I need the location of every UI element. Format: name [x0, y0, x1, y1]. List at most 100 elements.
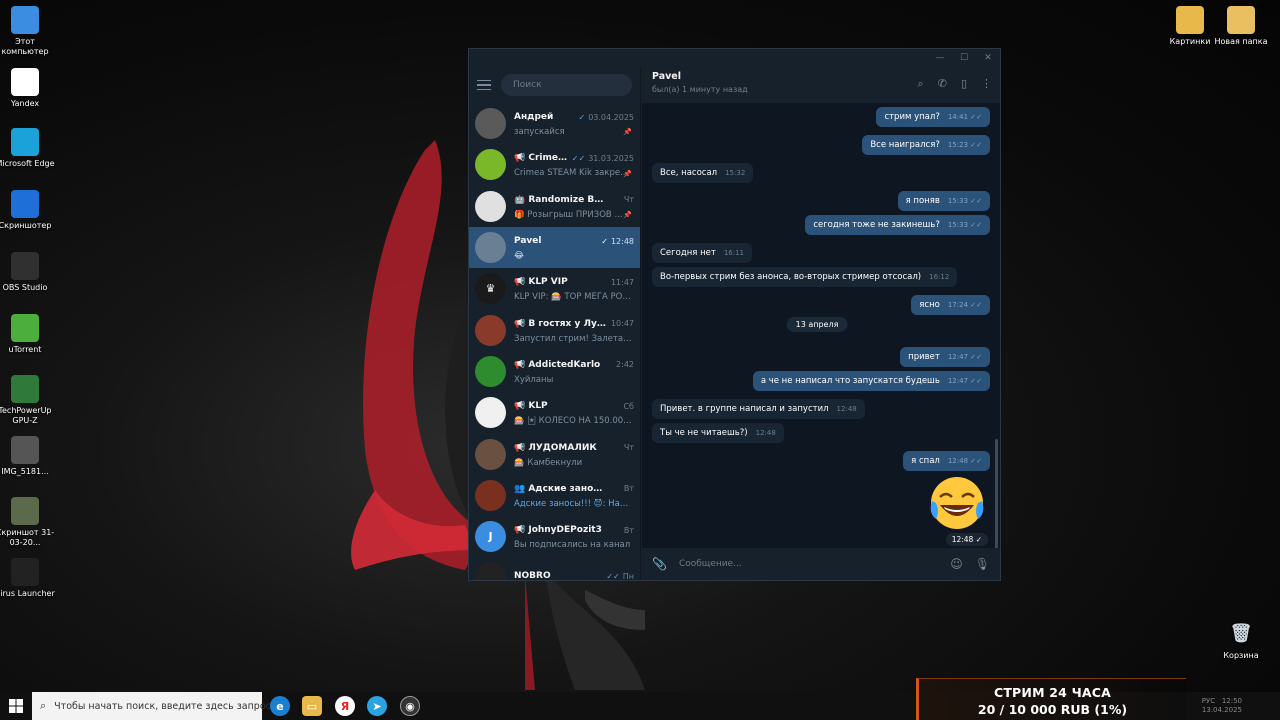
desktop-icon[interactable]: Yandex	[0, 68, 55, 109]
message-time: 12:48	[836, 405, 857, 413]
desktop-icon[interactable]: TechPowerUp GPU-Z	[0, 375, 55, 426]
sidebar-toggle-icon[interactable]: ▯	[961, 77, 967, 91]
chat-name: 📢 Crimea ST...	[514, 153, 572, 164]
chat-item[interactable]: 📢 ЛУДОМАЛИК Чт 🎰 Камбекнули	[469, 433, 640, 474]
chat-item[interactable]: 📢 Crimea ST...✓✓31.03.2025 Crimea STEAM K…	[469, 144, 640, 185]
telegram-window: — ☐ ✕ Поиск Андрей ✓ 03.04.2025 запускайся 📌…	[468, 48, 1001, 581]
windows-icon	[9, 699, 23, 713]
outgoing-message[interactable]: я спал 12:48 ✓✓	[903, 451, 990, 471]
desktop-icon[interactable]: Скриншотер	[0, 190, 55, 231]
outgoing-message[interactable]: а че не написал что запускатся будешь 12:…	[752, 371, 990, 391]
sticker-time: 12:48 ✓	[945, 533, 988, 546]
read-check-icon: ✓✓	[968, 221, 982, 229]
outgoing-message[interactable]: я поняв 15:33 ✓✓	[897, 191, 990, 211]
chat-list: Андрей✓03.04.2025запускайся📌📢 Crimea ST.…	[469, 103, 640, 580]
message-time: 16:12	[929, 273, 950, 281]
chat-item[interactable]: J 📢 JohnyDEPozit3 Вт Вы подписались на кана…	[469, 516, 640, 557]
menu-icon[interactable]	[477, 79, 491, 91]
search-input[interactable]: Поиск	[501, 74, 632, 96]
message-time: 15:32	[725, 169, 746, 177]
desktop-icon[interactable]: Microsoft Edge	[0, 128, 55, 169]
chat-item[interactable]: 🤖 Randomize Bot 🎲 [... Чт🎁 Розыгрыш ПРИЗО…	[469, 186, 640, 227]
edge-icon[interactable]: e	[270, 696, 290, 716]
outgoing-message[interactable]: привет 12:47 ✓✓	[900, 347, 990, 367]
message-time: 16:11	[723, 249, 745, 257]
message-time: 15:23 ✓✓	[947, 141, 982, 149]
overlay-title: СТРИМ 24 ЧАСА	[993, 685, 1112, 700]
chat-preview: Вы подписались на канал	[514, 540, 631, 551]
desktop-icon[interactable]: IMG_5181...	[0, 436, 55, 477]
phone-icon[interactable]: ✆	[938, 77, 947, 91]
chat-name: Андрей	[514, 112, 554, 123]
emoji-icon[interactable]: ☺	[950, 557, 963, 571]
incoming-message[interactable]: Сегодня нет 16:11	[652, 243, 753, 263]
microphone-icon[interactable]: 🎙	[975, 557, 990, 571]
desktop-icon[interactable]: Скриншот 31-03-20...	[0, 497, 55, 548]
stream-goal-overlay: СТРИМ 24 ЧАСА 20 / 10 000 RUB (1%)	[916, 678, 1186, 720]
outgoing-message[interactable]: сегодня тоже не закинешь? 15:33 ✓✓	[805, 215, 990, 235]
read-check-icon: ✓	[601, 236, 608, 246]
outgoing-message[interactable]: ясно 17:24 ✓✓	[911, 295, 990, 315]
message-input[interactable]	[678, 559, 939, 569]
message-time: 12:48 ✓✓	[947, 457, 982, 465]
messages-scrollbar[interactable]	[995, 439, 998, 549]
incoming-message[interactable]: Ты че не читаешь?) 12:48	[652, 423, 784, 443]
chat-header[interactable]: Pavel был(а) 1 минуту назад ⌕ ✆ ▯ ⋮	[642, 67, 1000, 103]
desktop-icon[interactable]: Sirus Launcher	[0, 558, 55, 599]
avatar	[475, 397, 506, 429]
chat-time: ✓ 03.04.2025	[578, 112, 634, 122]
conversation-pane: Pavel был(а) 1 минуту назад ⌕ ✆ ▯ ⋮ 13 а…	[642, 67, 1000, 580]
chat-item[interactable]: NOBRO ✓✓ Пн	[469, 557, 640, 580]
chat-preview: KLP VIP: 🎰 TOP МЕГА РОЗЫ...	[514, 292, 632, 303]
chat-item[interactable]: Андрей ✓ 03.04.2025 запускайся 📌	[469, 103, 640, 144]
date-separator: 13 апреля	[786, 317, 848, 332]
chat-item[interactable]: 👥 Адские заносы!!! 😈 Вт Адские заносы!!! 😈…	[469, 475, 640, 516]
minimize-button[interactable]: —	[932, 51, 948, 65]
chat-time: Сб	[623, 401, 634, 411]
chat-preview: Запустил стрим! Залетайте!	[514, 333, 632, 344]
desktop-icon[interactable]: uTorrent	[0, 314, 55, 355]
chat-item[interactable]: Pavel ✓ 12:48 😂	[469, 226, 640, 269]
start-button[interactable]	[0, 692, 32, 720]
desktop-folder[interactable]: Новая папка	[1211, 6, 1271, 47]
yandex-icon	[11, 68, 39, 96]
chat-item[interactable]: 📢 KLP Сб 🎰 🃏 КОЛЕСО НА 150.000 ...	[469, 392, 640, 433]
read-check-icon: ✓✓	[968, 113, 982, 121]
folder-icon	[1227, 6, 1255, 34]
avatar: J	[475, 521, 506, 553]
obs-icon[interactable]: ◉	[400, 696, 420, 716]
message-time: 17:24 ✓✓	[947, 301, 982, 309]
recycle-bin[interactable]: 🗑 Корзина	[1211, 620, 1271, 661]
chat-item[interactable]: 📢 В гостях у Лудоде... 10:47 Запустил стри…	[469, 309, 640, 350]
system-tray[interactable]: РУС 12:50 13.04.2025	[1202, 697, 1242, 715]
desktop-icon[interactable]: OBS Studio	[0, 252, 55, 293]
chat-name: Pavel	[514, 236, 542, 247]
search-icon: ⌕	[40, 699, 47, 712]
chat-item[interactable]: 📢 AddictedKarlo 2:42 Хуйланы	[469, 351, 640, 392]
more-icon[interactable]: ⋮	[981, 77, 992, 91]
incoming-message[interactable]: Все, насосал 15:32	[652, 163, 754, 183]
pin-icon: 📌	[623, 169, 632, 178]
chat-name: 📢 KLP VIP	[514, 277, 568, 288]
chat-time: ✓ 12:48	[601, 236, 634, 246]
chat-preview: 🎰 Камбекнули	[514, 457, 583, 468]
incoming-message[interactable]: Привет. в группе написал и запустил 12:48	[652, 399, 865, 419]
outgoing-message[interactable]: Все наигрался? 15:23 ✓✓	[862, 135, 990, 155]
telegram-icon[interactable]: ➤	[367, 696, 387, 716]
close-button[interactable]: ✕	[980, 51, 996, 65]
window-titlebar[interactable]: — ☐ ✕	[469, 49, 1000, 67]
chat-item[interactable]: ♛ 📢 KLP VIP 11:47 KLP VIP: 🎰 TOP МЕГА РОЗЫ.…	[469, 268, 640, 309]
incoming-message[interactable]: Во-первых стрим без анонса, во-вторых ст…	[652, 267, 958, 287]
attach-icon[interactable]: 📎	[652, 557, 667, 571]
outgoing-message[interactable]: стрим упал? 14:41 ✓✓	[876, 107, 990, 127]
yandex-icon[interactable]: Я	[335, 696, 355, 716]
chat-time: 2:42	[616, 360, 634, 370]
maximize-button[interactable]: ☐	[956, 51, 972, 65]
explorer-icon[interactable]: ▭	[302, 696, 322, 716]
message-time: 15:33 ✓✓	[947, 221, 982, 229]
laughing-sticker[interactable]	[926, 475, 988, 531]
search-icon[interactable]: ⌕	[918, 77, 924, 91]
desktop-icon[interactable]: Этот компьютер	[0, 6, 55, 57]
taskbar-search[interactable]: ⌕ Чтобы начать поиск, введите здесь запр…	[32, 692, 271, 720]
read-check-icon: ✓	[578, 112, 586, 122]
